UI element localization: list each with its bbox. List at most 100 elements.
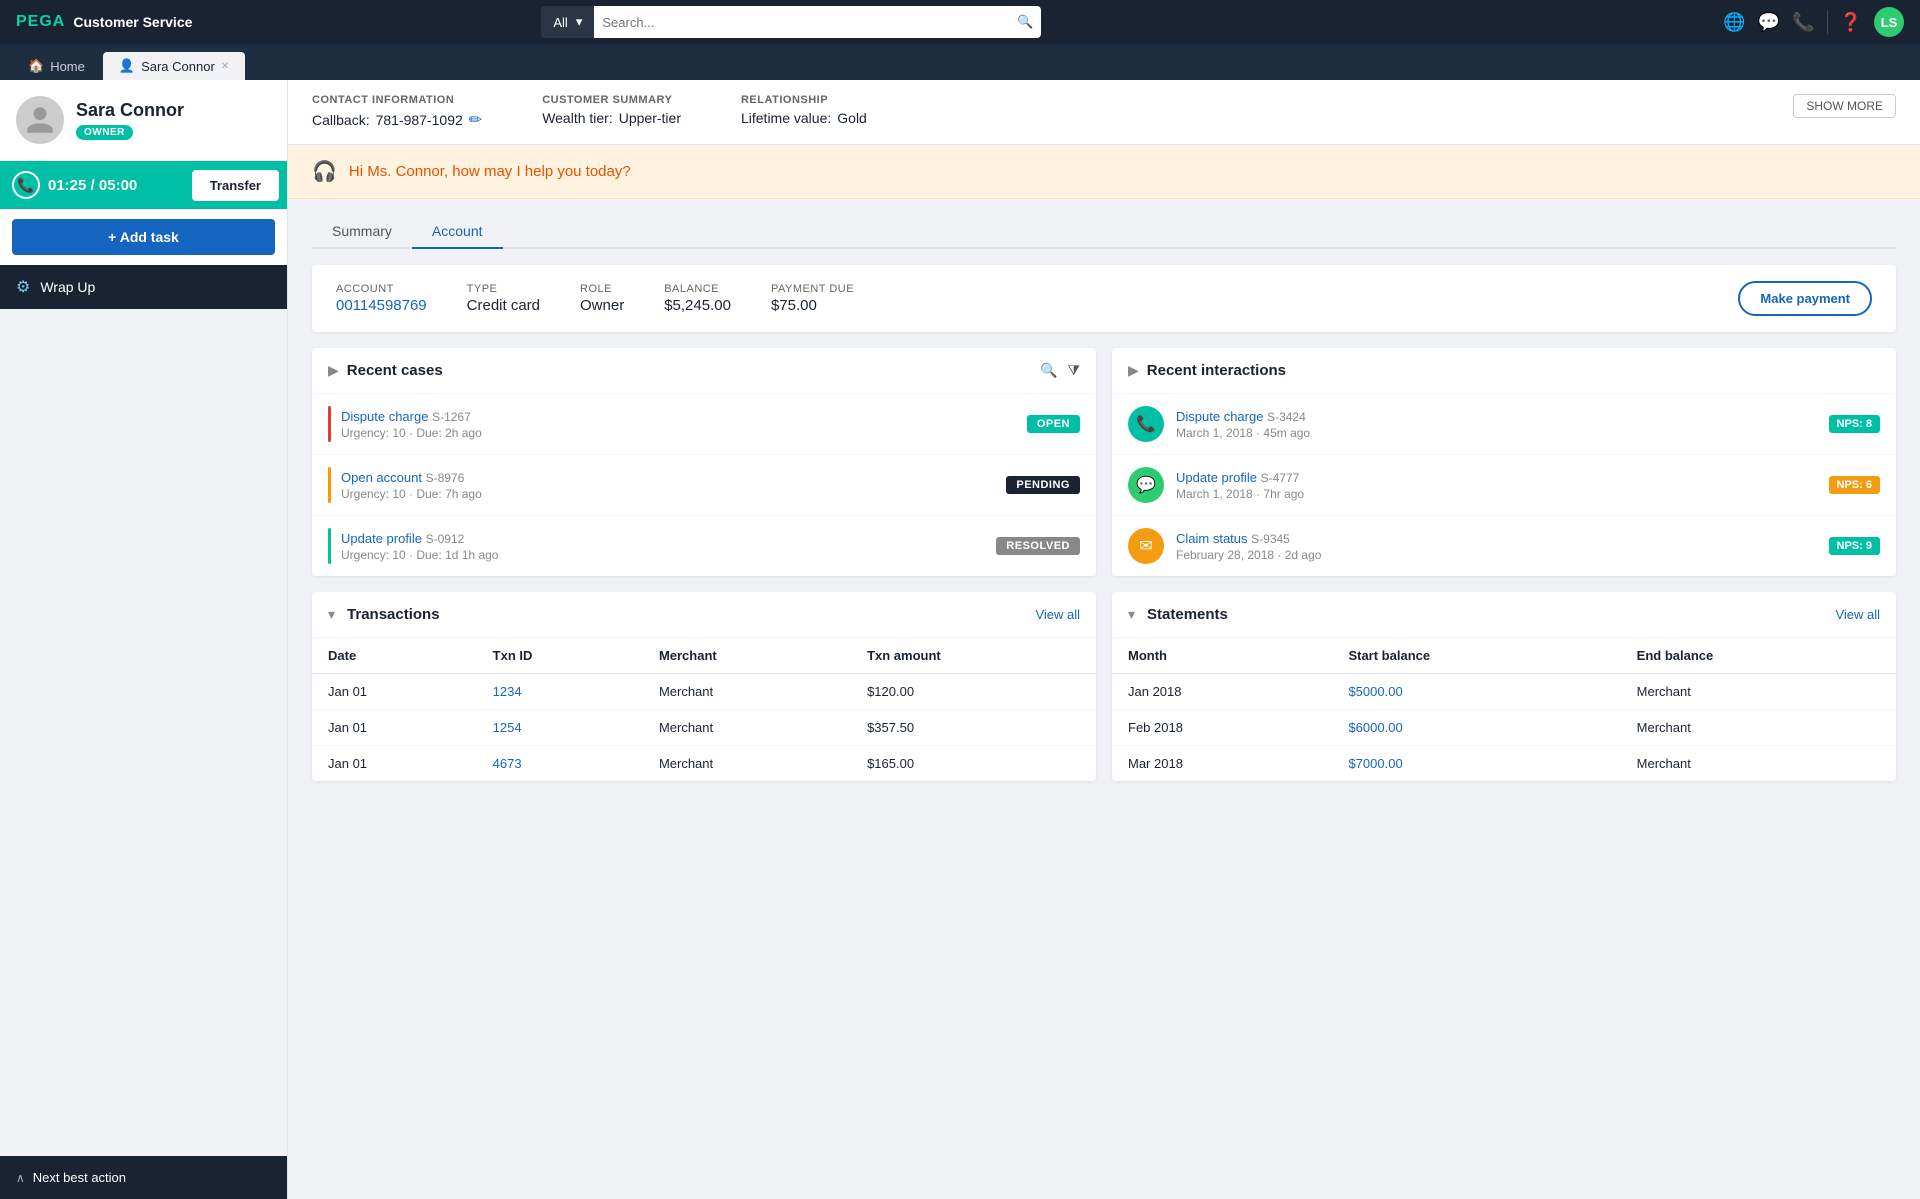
recent-interactions-panel: ▶ Recent interactions 📞 Dispute charge S… (1112, 348, 1896, 576)
callback-phone: 781-987-1092 (376, 112, 463, 128)
relationship-label: RELATIONSHIP (741, 94, 867, 106)
case-meta: Urgency: 10 · Due: 2h ago (341, 426, 1017, 440)
txn-date: Jan 01 (312, 674, 477, 710)
brand: PEGA Customer Service (16, 13, 192, 31)
left-column: ▶ Recent cases 🔍 ⧩ (312, 348, 1096, 797)
next-best-action-bar[interactable]: ∧ Next best action (0, 1156, 287, 1199)
txn-amount: $165.00 (851, 746, 1096, 782)
case-list: Dispute charge S-1267 Urgency: 10 · Due:… (312, 394, 1096, 576)
case-name[interactable]: Dispute charge (341, 409, 428, 424)
account-number[interactable]: 00114598769 (336, 297, 427, 314)
user-avatar[interactable]: LS (1874, 7, 1904, 37)
search-type-dropdown[interactable]: All ▾ (541, 6, 594, 38)
search-bar[interactable]: All ▾ 🔍 (541, 6, 1041, 38)
table-row: Jan 01 4673 Merchant $165.00 (312, 746, 1096, 782)
help-icon[interactable]: ❓ (1840, 12, 1862, 33)
txn-merchant: Merchant (643, 710, 851, 746)
search-input[interactable] (602, 15, 1017, 30)
lifetime-value-val: Gold (837, 110, 867, 126)
chevron-up-icon: ∧ (16, 1171, 25, 1185)
top-navigation: PEGA Customer Service All ▾ 🔍 🌐 💬 📞 ❓ LS (0, 0, 1920, 44)
timer-display: 📞 01:25 / 05:00 (0, 161, 184, 209)
stmt-month: Feb 2018 (1112, 710, 1332, 746)
interaction-name[interactable]: Update profile (1176, 470, 1257, 485)
case-name[interactable]: Update profile (341, 531, 422, 546)
case-status: PENDING (1006, 476, 1080, 494)
urgency-bar (328, 467, 331, 503)
payment-due-label: PAYMENT DUE (771, 283, 854, 295)
col-start-balance: Start balance (1332, 638, 1620, 674)
transactions-panel: ▾ Transactions View all Date Txn ID Merc… (312, 592, 1096, 781)
customer-tab-icon: 👤 (119, 58, 135, 74)
transfer-button[interactable]: Transfer (192, 170, 279, 201)
close-tab-icon[interactable]: ✕ (221, 61, 229, 72)
transactions-view-all[interactable]: View all (1035, 607, 1080, 622)
collapse-transactions-icon[interactable]: ▾ (328, 606, 335, 623)
col-end-balance: End balance (1621, 638, 1896, 674)
expand-interactions-icon[interactable]: ▶ (1128, 362, 1139, 379)
message-icon[interactable]: 💬 (1758, 12, 1780, 33)
contact-info-section: CONTACT INFORMATION Callback: 781-987-10… (312, 94, 482, 130)
globe-icon[interactable]: 🌐 (1723, 12, 1745, 33)
make-payment-button[interactable]: Make payment (1738, 281, 1872, 316)
tab-home[interactable]: 🏠 Home (12, 52, 101, 80)
case-status: RESOLVED (996, 537, 1080, 555)
search-input-wrap[interactable]: 🔍 (594, 6, 1041, 38)
home-icon: 🏠 (28, 58, 44, 74)
nav-divider (1827, 10, 1828, 34)
urgency-bar (328, 406, 331, 442)
start-balance-link[interactable]: $7000.00 (1348, 756, 1402, 771)
phone-interaction-icon: 📞 (1128, 406, 1164, 442)
two-col-layout: ▶ Recent cases 🔍 ⧩ (312, 348, 1896, 797)
txn-id-link[interactable]: 1254 (493, 720, 522, 735)
phone-icon[interactable]: 📞 (1792, 12, 1814, 33)
relationship-section: RELATIONSHIP Lifetime value: Gold (741, 94, 867, 126)
end-balance: Merchant (1621, 746, 1896, 782)
right-column: ▶ Recent interactions 📞 Dispute charge S… (1112, 348, 1896, 797)
interaction-name[interactable]: Claim status (1176, 531, 1248, 546)
account-label: ACCOUNT (336, 283, 427, 295)
case-item: Open account S-8976 Urgency: 10 · Due: 7… (312, 455, 1096, 516)
account-type-field: TYPE Credit card (467, 283, 540, 314)
col-month: Month (1112, 638, 1332, 674)
nps-badge: NPS: 6 (1829, 476, 1880, 494)
search-cases-icon[interactable]: 🔍 (1040, 362, 1057, 379)
wealth-tier: Upper-tier (619, 110, 681, 126)
add-task-button[interactable]: + Add task (12, 219, 275, 255)
payment-due-value: $75.00 (771, 297, 854, 314)
start-balance-link[interactable]: $6000.00 (1348, 720, 1402, 735)
greeting-text: Hi Ms. Connor, how may I help you today? (349, 163, 631, 180)
filter-cases-icon[interactable]: ⧩ (1068, 362, 1081, 379)
balance-label: BALANCE (664, 283, 731, 295)
interactions-list: 📞 Dispute charge S-3424 March 1, 2018 · … (1112, 394, 1896, 576)
tab-sara-connor[interactable]: 👤 Sara Connor ✕ (103, 52, 245, 80)
case-name[interactable]: Open account (341, 470, 422, 485)
interaction-name[interactable]: Dispute charge (1176, 409, 1263, 424)
show-more-button[interactable]: SHOW MORE (1793, 94, 1896, 118)
lifetime-value: Lifetime value: Gold (741, 110, 867, 126)
statements-view-all[interactable]: View all (1835, 607, 1880, 622)
pega-logo: PEGA (16, 13, 65, 31)
wrap-up-row[interactable]: ⚙ Wrap Up (0, 265, 287, 309)
edit-callback-icon[interactable]: ✏ (469, 110, 482, 130)
txn-id-link[interactable]: 4673 (493, 756, 522, 771)
customer-summary-section: CUSTOMER SUMMARY Wealth tier: Upper-tier (542, 94, 681, 126)
interactions-title: Recent interactions (1147, 362, 1880, 379)
tab-summary[interactable]: Summary (312, 215, 412, 249)
tabs-bar: 🏠 Home 👤 Sara Connor ✕ (0, 44, 1920, 80)
expand-cases-icon[interactable]: ▶ (328, 362, 339, 379)
collapse-statements-icon[interactable]: ▾ (1128, 606, 1135, 623)
col-merchant: Merchant (643, 638, 851, 674)
txn-id-link[interactable]: 1234 (493, 684, 522, 699)
account-number-field: ACCOUNT 00114598769 (336, 283, 427, 314)
case-info: Open account S-8976 Urgency: 10 · Due: 7… (341, 470, 996, 501)
view-tabs: Summary Account (312, 215, 1896, 249)
case-item: Dispute charge S-1267 Urgency: 10 · Due:… (312, 394, 1096, 455)
avatar (16, 96, 64, 144)
payment-due-field: PAYMENT DUE $75.00 (771, 283, 854, 314)
customer-summary-label: CUSTOMER SUMMARY (542, 94, 681, 106)
start-balance-link[interactable]: $5000.00 (1348, 684, 1402, 699)
greeting-bar: 🎧 Hi Ms. Connor, how may I help you toda… (288, 145, 1920, 199)
col-date: Date (312, 638, 477, 674)
tab-account[interactable]: Account (412, 215, 503, 249)
